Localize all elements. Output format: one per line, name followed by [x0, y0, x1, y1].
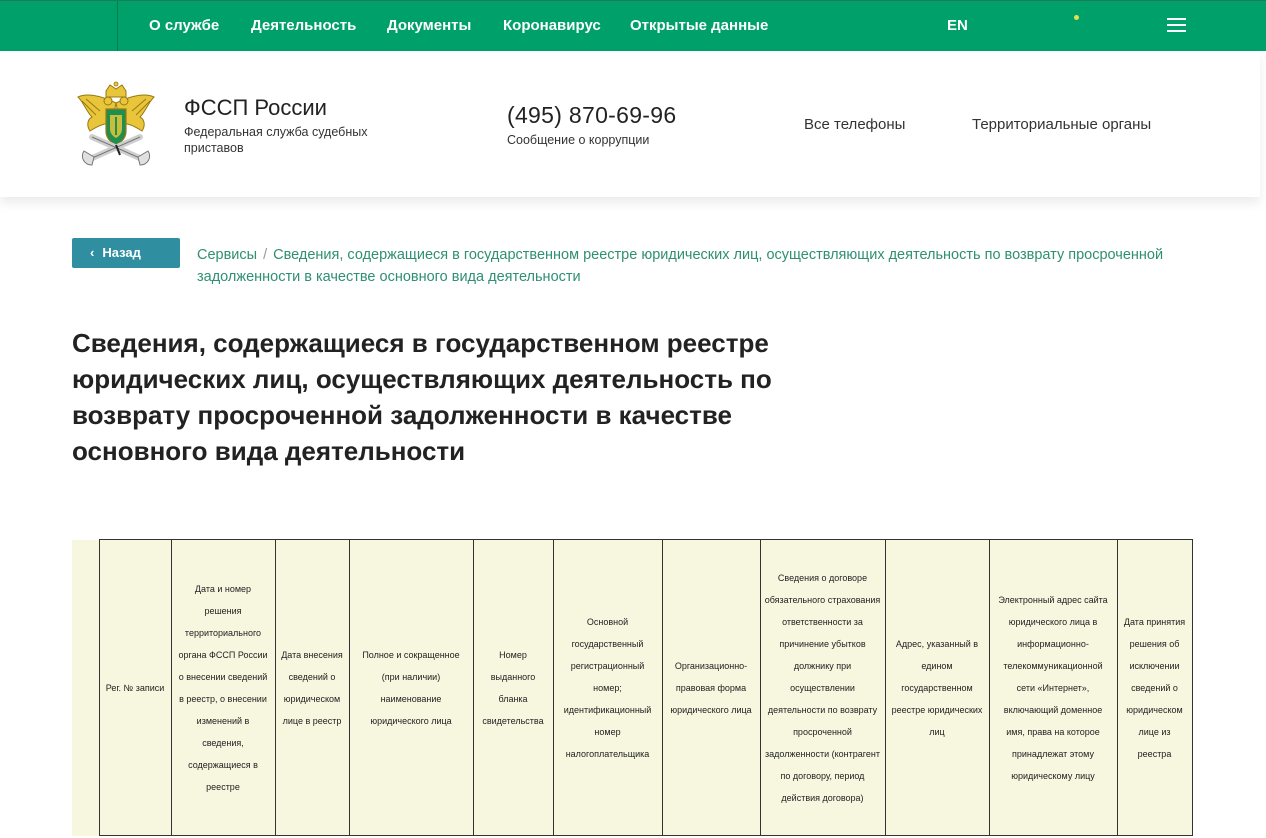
page-title: Сведения, содержащиеся в государственном…: [72, 328, 772, 466]
table-header-cell: Рег. № записи: [98, 539, 172, 836]
nav-divider: [117, 1, 118, 52]
breadcrumb-services[interactable]: Сервисы: [197, 247, 257, 263]
territorial-bodies-link[interactable]: Территориальные органы: [972, 116, 1151, 133]
nav-link-documents[interactable]: Документы: [387, 17, 471, 34]
org-name[interactable]: ФССП России: [184, 95, 327, 121]
breadcrumb-separator: /: [263, 247, 268, 263]
nav-link-open-data[interactable]: Открытые данные: [630, 17, 768, 34]
language-switch[interactable]: EN: [947, 17, 968, 34]
table-header-cell: Электронный адрес сайта юридического лиц…: [988, 539, 1118, 836]
table-header-cell: Адрес, указанный в едином государственно…: [884, 539, 990, 836]
table-header-cell: Дата внесения сведений о юридическом лиц…: [274, 539, 350, 836]
back-button[interactable]: ‹ Назад: [72, 238, 180, 268]
all-phones-link[interactable]: Все телефоны: [804, 116, 905, 133]
nav-link-coronavirus[interactable]: Коронавирус: [503, 17, 601, 34]
table-header-cell: Сведения о договоре обязательного страхо…: [759, 539, 886, 836]
menu-icon[interactable]: [1167, 18, 1186, 33]
table-header-cell: Полное и сокращенное (при наличии) наиме…: [348, 539, 474, 836]
registry-table: Рег. № записи Дата и номер решения терри…: [72, 539, 1193, 838]
table-header-row: Рег. № записи Дата и номер решения терри…: [72, 539, 1193, 836]
site-header: ФССП России Федеральная служба судебных …: [0, 51, 1260, 197]
accessibility-dot-icon[interactable]: [1074, 15, 1079, 20]
chevron-left-icon: ‹: [90, 245, 95, 260]
table-gutter-cell: [72, 539, 100, 836]
breadcrumb: Сервисы / Сведения, содержащиеся в государ…: [197, 244, 1187, 288]
table-header-cell: Номер выданного бланка свидетельства: [472, 539, 554, 836]
corruption-report-link[interactable]: Сообщение о коррупции: [507, 133, 649, 147]
table-header-cell: Организационно-правовая форма юридическо…: [661, 539, 761, 836]
back-button-label: Назад: [102, 245, 141, 260]
org-subtitle: Федеральная служба судебных приставов: [184, 125, 368, 155]
table-header-cell: Дата и номер решения территориального ор…: [170, 539, 276, 836]
emblem-logo-icon[interactable]: [76, 81, 156, 169]
top-nav: О службе Деятельность Документы Коронави…: [0, 0, 1266, 52]
nav-link-about[interactable]: О службе: [149, 17, 219, 34]
table-header-cell: Дата принятия решения об исключении свед…: [1116, 539, 1193, 836]
hotline-phone[interactable]: (495) 870-69-96: [507, 102, 676, 129]
table-header-cell: Основной государственный регистрационный…: [552, 539, 663, 836]
nav-link-activity[interactable]: Деятельность: [251, 17, 356, 34]
breadcrumb-current[interactable]: Сведения, содержащиеся в государственном…: [197, 247, 1163, 285]
